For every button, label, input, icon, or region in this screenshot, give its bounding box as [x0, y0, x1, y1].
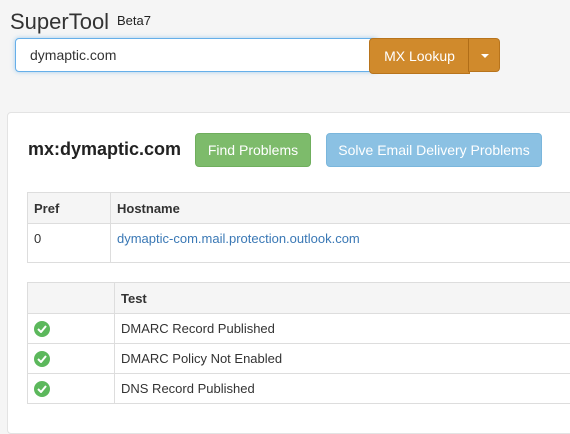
top-bar: SuperTool Beta7 MX Lookup	[0, 0, 570, 88]
table-row: 0 dymaptic-com.mail.protection.outlook.c…	[28, 224, 570, 263]
status-cell	[28, 344, 115, 374]
table-header-row: Test	[28, 283, 570, 314]
column-header-pref: Pref	[28, 193, 111, 224]
lookup-dropdown-toggle[interactable]	[468, 38, 500, 72]
table-row: DMARC Record Published	[28, 314, 570, 344]
test-name-cell: DMARC Policy Not Enabled	[115, 344, 570, 374]
check-circle-icon	[34, 351, 50, 367]
pref-cell: 0	[28, 224, 111, 263]
status-cell	[28, 374, 115, 404]
mx-lookup-button[interactable]: MX Lookup	[369, 38, 470, 74]
column-header-hostname: Hostname	[111, 193, 570, 224]
version-badge: Beta7	[117, 13, 151, 28]
check-circle-icon	[34, 381, 50, 397]
hostname-link[interactable]: dymaptic-com.mail.protection.outlook.com	[117, 231, 360, 246]
column-header-test: Test	[115, 283, 570, 314]
domain-search-input[interactable]	[15, 38, 378, 72]
result-title: mx:dymaptic.com	[28, 139, 181, 160]
solve-email-delivery-button[interactable]: Solve Email Delivery Problems	[326, 133, 542, 167]
table-header-row: Pref Hostname	[28, 193, 570, 224]
mx-records-table: Pref Hostname 0 dymaptic-com.mail.protec…	[27, 192, 570, 263]
hostname-cell: dymaptic-com.mail.protection.outlook.com	[111, 224, 570, 263]
app-brand: SuperTool	[10, 9, 109, 35]
test-results-table: Test DMARC Record Published DMARC Policy…	[27, 282, 570, 404]
column-header-status	[28, 283, 115, 314]
table-row: DNS Record Published	[28, 374, 570, 404]
status-cell	[28, 314, 115, 344]
test-name-cell: DNS Record Published	[115, 374, 570, 404]
check-circle-icon	[34, 321, 50, 337]
chevron-down-icon	[481, 54, 489, 58]
table-row: DMARC Policy Not Enabled	[28, 344, 570, 374]
test-name-cell: DMARC Record Published	[115, 314, 570, 344]
find-problems-button[interactable]: Find Problems	[195, 133, 311, 167]
